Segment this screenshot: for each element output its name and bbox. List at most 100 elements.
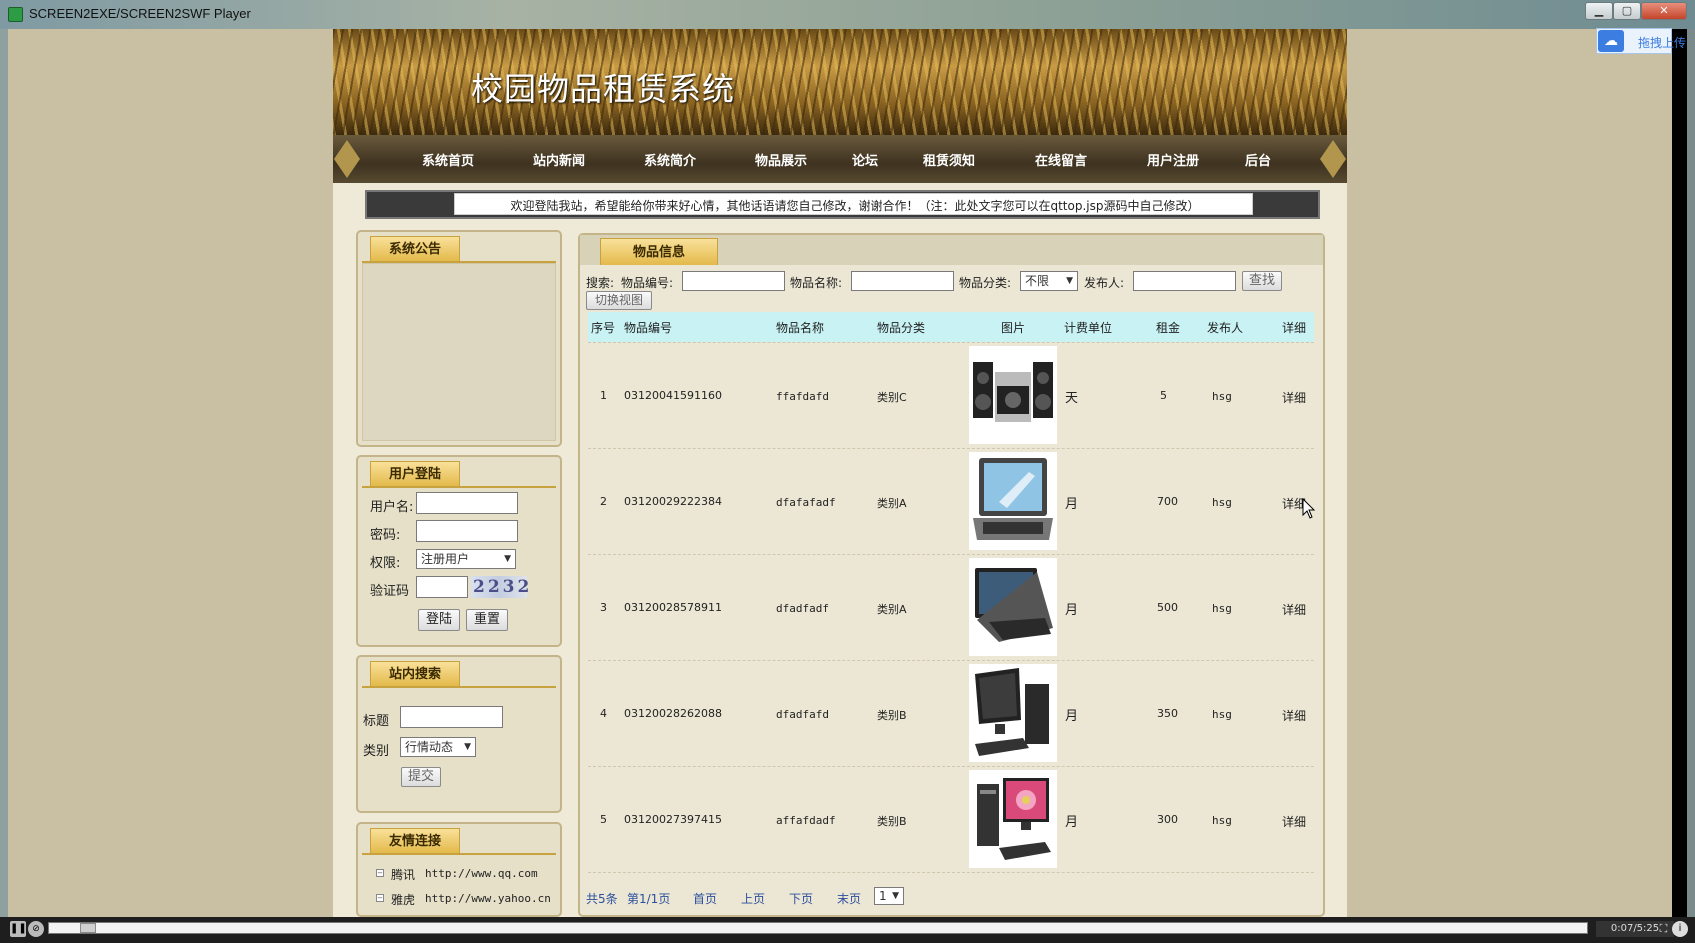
- pause-icon: ❚❚: [10, 923, 27, 934]
- link-bullet-icon: −: [376, 869, 384, 877]
- marquee-text: 欢迎登陆我站，希望能给你带来好心情，其他话语请您自己修改，谢谢合作！（注：此处文…: [510, 199, 1200, 213]
- window-frame-left: [0, 29, 8, 917]
- item-code-input[interactable]: [682, 271, 785, 291]
- nav-item-admin[interactable]: 后台: [1245, 150, 1271, 169]
- link-name[interactable]: 雅虎: [391, 891, 415, 908]
- search-button[interactable]: 查找: [1242, 271, 1282, 291]
- nav-item-forum[interactable]: 论坛: [852, 150, 878, 169]
- column-header: 物品分类: [877, 321, 926, 335]
- nav-item-rental-notice[interactable]: 租赁须知: [923, 150, 975, 169]
- item-code: 03120028578911: [624, 601, 722, 614]
- pager-page-select[interactable]: 1 ▼: [874, 887, 904, 905]
- password-input[interactable]: [416, 520, 518, 542]
- nav-item-news[interactable]: 站内新闻: [533, 150, 585, 169]
- pause-button[interactable]: ❚❚: [10, 921, 27, 937]
- detail-link[interactable]: 详细: [1282, 707, 1306, 724]
- billing-unit: 月: [1065, 815, 1079, 830]
- maximize-button[interactable]: ▢: [1613, 2, 1641, 20]
- item-code-label: 物品编号:: [621, 276, 674, 290]
- search-title-input[interactable]: [400, 706, 503, 728]
- laptop-image[interactable]: [969, 452, 1057, 550]
- search-title-label: 标题: [363, 714, 390, 729]
- link-name[interactable]: 腾讯: [391, 866, 415, 883]
- billing-unit: 月: [1065, 709, 1079, 724]
- switch-view-button[interactable]: 切换视图: [586, 291, 652, 310]
- detail-link[interactable]: 详细: [1282, 601, 1306, 618]
- desktop-computer-image[interactable]: [969, 664, 1057, 762]
- row-number: 5: [600, 813, 607, 826]
- item-category: 类别B: [877, 709, 907, 722]
- pager-first-link[interactable]: 首页: [693, 890, 717, 907]
- nav-item-messages[interactable]: 在线留言: [1035, 150, 1087, 169]
- reset-button[interactable]: 重置: [466, 609, 508, 631]
- billing-unit: 月: [1065, 497, 1079, 512]
- row-number: 4: [600, 707, 607, 720]
- role-selected: 注册用户: [421, 552, 470, 566]
- item-category-label: 物品分类:: [959, 276, 1012, 290]
- item-category-select[interactable]: 不限 ▼: [1020, 271, 1078, 291]
- desktop-computer-icon: [977, 778, 1051, 860]
- stop-button[interactable]: ⊘: [28, 921, 44, 937]
- detail-link[interactable]: 详细: [1282, 389, 1306, 406]
- close-icon: ✕: [1659, 4, 1669, 17]
- item-category: 类别A: [877, 603, 907, 616]
- captcha-input[interactable]: [416, 576, 468, 598]
- row-number: 1: [600, 389, 607, 402]
- right-scrollbar[interactable]: [1687, 29, 1695, 917]
- captcha-image[interactable]: 2232: [471, 576, 529, 598]
- laptop-image[interactable]: [969, 558, 1057, 656]
- desktop-computer-image[interactable]: [969, 770, 1057, 868]
- laptop-icon: [973, 458, 1053, 540]
- login-button[interactable]: 登陆: [418, 609, 460, 631]
- info-button[interactable]: i: [1672, 921, 1688, 937]
- pager-page-info: 第1/1页: [627, 892, 671, 906]
- item-info-title: 物品信息: [600, 238, 718, 265]
- search-category-select[interactable]: 行情动态 ▼: [400, 737, 476, 757]
- app-icon: [8, 7, 23, 22]
- fullscreen-button[interactable]: ⛶: [1656, 921, 1671, 937]
- links-tabline: [362, 853, 556, 855]
- link-url[interactable]: http://www.qq.com: [425, 867, 538, 880]
- chevron-down-icon: ▼: [1066, 276, 1073, 286]
- detail-link[interactable]: 详细: [1282, 813, 1306, 830]
- pager-next-link[interactable]: 下页: [789, 890, 813, 907]
- desktop-computer-icon: [975, 668, 1049, 756]
- rent: 700: [1157, 495, 1178, 508]
- minimize-button[interactable]: ▁: [1585, 2, 1613, 20]
- seek-bar[interactable]: [48, 922, 1588, 934]
- nav-item-home[interactable]: 系统首页: [422, 150, 474, 169]
- chevron-down-icon: ▼: [892, 891, 899, 901]
- item-name-input[interactable]: [851, 271, 954, 291]
- table-header: [588, 312, 1314, 342]
- row-separator: [588, 872, 1314, 873]
- item-code: 03120029222384: [624, 495, 722, 508]
- nav-item-items[interactable]: 物品展示: [755, 150, 807, 169]
- row-separator: [588, 554, 1314, 555]
- seek-handle[interactable]: [80, 923, 97, 933]
- nav-item-intro[interactable]: 系统简介: [644, 150, 696, 169]
- username-input[interactable]: [416, 492, 518, 514]
- announcement-title: 系统公告: [370, 236, 460, 261]
- speakers-image[interactable]: [969, 346, 1057, 444]
- pager-prev-link[interactable]: 上页: [741, 890, 765, 907]
- row-separator: [588, 660, 1314, 661]
- publisher: hsg: [1212, 390, 1232, 403]
- billing-unit: 月: [1065, 603, 1079, 618]
- close-button[interactable]: ✕: [1641, 2, 1687, 20]
- item-name: dfafafadf: [776, 496, 836, 509]
- item-code: 03120027397415: [624, 813, 722, 826]
- fullscreen-icon: ⛶: [1659, 922, 1668, 935]
- window-titlebar: [0, 0, 1695, 29]
- captcha-label: 验证码: [370, 584, 410, 599]
- link-bullet-icon: −: [376, 894, 384, 902]
- nav-item-register[interactable]: 用户注册: [1147, 150, 1199, 169]
- username-label: 用户名:: [370, 500, 414, 515]
- site-search-submit-button[interactable]: 提交: [401, 767, 441, 787]
- item-category: 类别B: [877, 815, 907, 828]
- item-category-selected: 不限: [1025, 274, 1050, 288]
- link-url[interactable]: http://www.yahoo.cn: [425, 892, 551, 905]
- publisher-input[interactable]: [1133, 271, 1236, 291]
- site-search-tabline: [362, 686, 556, 688]
- pager-last-link[interactable]: 末页: [837, 890, 861, 907]
- role-select[interactable]: 注册用户 ▼: [416, 549, 516, 569]
